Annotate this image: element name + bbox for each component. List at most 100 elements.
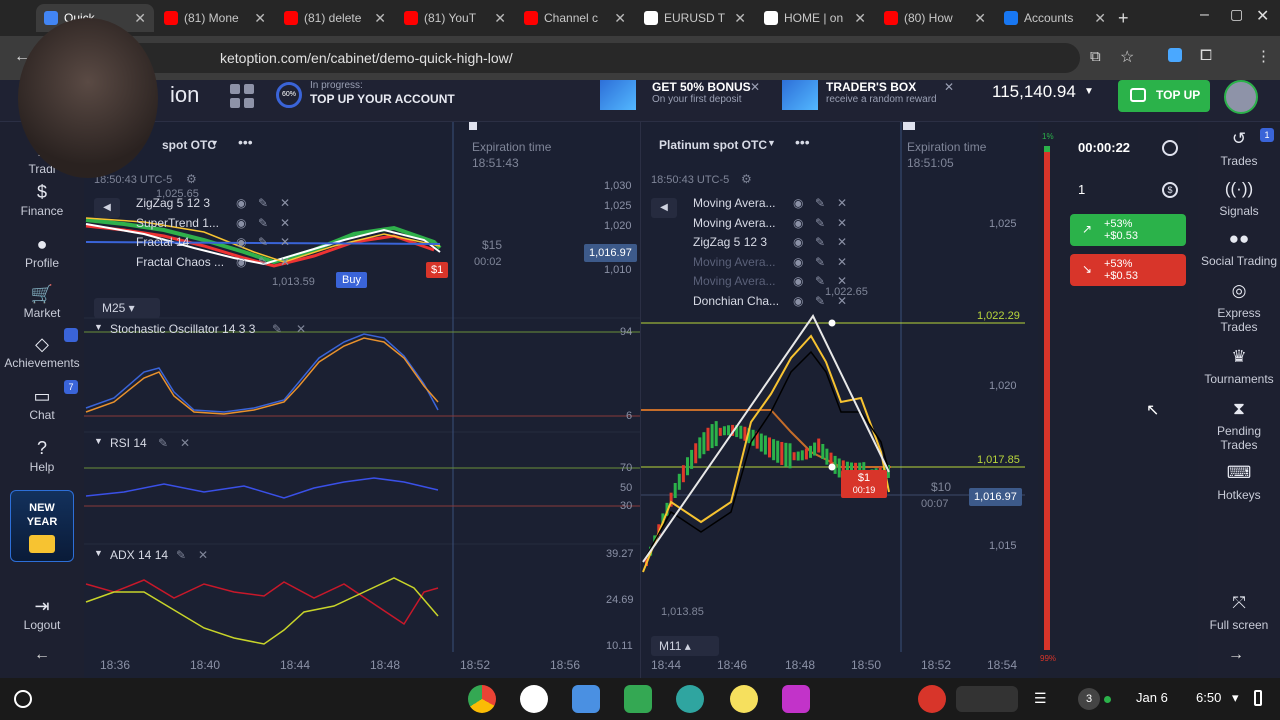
eye-icon[interactable]: ◉: [793, 274, 803, 288]
edit-icon[interactable]: ✎: [258, 216, 268, 230]
edit-icon[interactable]: ✎: [258, 196, 268, 210]
browser-tab[interactable]: EURUSD T ✕: [636, 4, 754, 32]
close-icon[interactable]: ✕: [837, 255, 847, 269]
edit-icon[interactable]: ✎: [815, 216, 825, 230]
close-icon[interactable]: ✕: [296, 322, 306, 336]
indicator-row[interactable]: Fractal 14 ◉ ✎ ✕: [136, 235, 306, 253]
extension-icon[interactable]: [1168, 48, 1182, 62]
clock[interactable]: 6:50: [1196, 690, 1221, 705]
maximize-icon[interactable]: ▢: [1230, 6, 1243, 23]
browser-tab[interactable]: Channel c ✕: [516, 4, 634, 32]
app-icon[interactable]: [782, 685, 810, 713]
bookmark-star-icon[interactable]: ☆: [1120, 47, 1134, 67]
indicator-row[interactable]: Fractal Chaos ... ◉ ✎ ✕: [136, 255, 306, 273]
indicator-row[interactable]: ZigZag 5 12 3 ◉ ✎ ✕: [693, 235, 863, 253]
screen-record-icon[interactable]: [918, 685, 946, 713]
close-icon[interactable]: ✕: [198, 548, 208, 562]
indicator-row[interactable]: Moving Avera... ◉ ✎ ✕: [693, 255, 863, 273]
clipboard-icon[interactable]: ☰: [1034, 690, 1047, 707]
down-button[interactable]: ↘ +53% +$0.53: [1070, 254, 1186, 286]
minimize-icon[interactable]: –: [1200, 6, 1209, 24]
assistant-icon[interactable]: [520, 685, 548, 713]
sidebar-item[interactable]: 🛒 Market: [0, 284, 84, 320]
browser-tab[interactable]: (81) Mone ✕: [156, 4, 274, 32]
browser-tab[interactable]: (80) How ✕: [876, 4, 994, 32]
close-icon[interactable]: ✕: [280, 196, 290, 210]
url-field[interactable]: ketoption.com/en/cabinet/demo-quick-high…: [60, 43, 1080, 73]
close-icon[interactable]: ✕: [280, 235, 290, 249]
progress-ring[interactable]: 60%: [276, 82, 302, 108]
collapse-icon[interactable]: ▼: [94, 548, 103, 558]
files-icon[interactable]: [572, 685, 600, 713]
close-icon[interactable]: ✕: [180, 436, 190, 450]
close-tab-icon[interactable]: ✕: [134, 10, 146, 27]
sidebar-item[interactable]: ●● Social Trading: [1198, 230, 1280, 268]
edit-icon[interactable]: ✎: [815, 235, 825, 249]
close-tab-icon[interactable]: ✕: [254, 10, 266, 27]
chevron-down-icon[interactable]: ▼: [767, 138, 776, 148]
close-icon[interactable]: ✕: [280, 255, 290, 269]
close-tab-icon[interactable]: ✕: [374, 10, 386, 27]
edit-icon[interactable]: ✎: [815, 274, 825, 288]
sidebar-item[interactable]: ⌨ Hotkeys: [1198, 464, 1280, 502]
collapse-panel-button[interactable]: ◀: [94, 198, 120, 218]
eye-icon[interactable]: ◉: [236, 255, 246, 269]
asset-selector[interactable]: Platinum spot OTC: [659, 138, 767, 152]
sidebar-item[interactable]: ● Profile: [0, 234, 84, 270]
balance[interactable]: 115,140.94: [992, 82, 1076, 102]
chevron-down-icon[interactable]: ▼: [1084, 86, 1094, 97]
amount-input[interactable]: 1 $: [1070, 174, 1190, 206]
edit-icon[interactable]: ✎: [258, 235, 268, 249]
sidebar-item[interactable]: ? Help: [0, 438, 84, 474]
eye-icon[interactable]: ◉: [793, 196, 803, 210]
asset-selector[interactable]: spot OTC: [162, 138, 216, 152]
eye-icon[interactable]: ◉: [236, 196, 246, 210]
collapse-icon[interactable]: ▼: [94, 436, 103, 446]
more-options-icon[interactable]: •••: [795, 134, 810, 150]
gear-icon[interactable]: ⚙: [186, 172, 197, 186]
close-tab-icon[interactable]: ✕: [614, 10, 626, 27]
edit-icon[interactable]: ✎: [272, 322, 282, 336]
apps-grid-icon[interactable]: [230, 84, 254, 108]
sidebar-item[interactable]: ⧗ Pending Trades: [1198, 400, 1280, 452]
sidebar-item[interactable]: ♛ Tournaments: [1198, 348, 1280, 386]
close-icon[interactable]: ✕: [837, 235, 847, 249]
edit-icon[interactable]: ✎: [815, 294, 825, 308]
screen-capture-thumbnail[interactable]: [956, 686, 1018, 712]
puzzle-icon[interactable]: ⧠: [1200, 47, 1212, 64]
edit-icon[interactable]: ✎: [158, 436, 168, 450]
new-tab-icon[interactable]: +: [1118, 8, 1129, 29]
top-up-button[interactable]: TOP UP: [1118, 80, 1210, 112]
date[interactable]: Jan 6: [1136, 690, 1168, 705]
eye-icon[interactable]: ◉: [793, 294, 803, 308]
close-tab-icon[interactable]: ✕: [1094, 10, 1106, 27]
new-year-promo[interactable]: NEW YEAR: [10, 490, 74, 562]
chrome-icon[interactable]: [468, 685, 496, 713]
up-button[interactable]: ↗ +53% +$0.53: [1070, 214, 1186, 246]
close-tab-icon[interactable]: ✕: [854, 10, 866, 27]
sidebar-item[interactable]: ◎ Express Trades: [1198, 282, 1280, 334]
indicator-row[interactable]: ZigZag 5 12 3 ◉ ✎ ✕: [136, 196, 306, 214]
close-tab-icon[interactable]: ✕: [494, 10, 506, 27]
edit-icon[interactable]: ✎: [176, 548, 186, 562]
trade-badge[interactable]: $1: [426, 262, 449, 278]
eye-icon[interactable]: ◉: [236, 216, 246, 230]
time-input[interactable]: 00:00:22: [1070, 132, 1190, 164]
close-window-icon[interactable]: ✕: [1256, 6, 1269, 26]
browser-tab[interactable]: (81) delete ✕: [276, 4, 394, 32]
edit-icon[interactable]: ✎: [815, 196, 825, 210]
edit-icon[interactable]: ✎: [815, 255, 825, 269]
close-icon[interactable]: ✕: [944, 80, 954, 94]
right-chart-panel[interactable]: Platinum spot OTC ▼ ••• 18:50:43 UTC-5 ⚙…: [640, 122, 1038, 678]
browser-tab[interactable]: (81) YouT ✕: [396, 4, 514, 32]
bonus-promo[interactable]: GET 50% BONUS On your first deposit ✕: [600, 80, 766, 110]
left-chart-panel[interactable]: spot OTC ▼ ••• 18:50:43 UTC-5 ⚙ 1,025.65…: [84, 122, 640, 678]
traders-box-promo[interactable]: TRADER'S BOX receive a random reward ✕: [782, 80, 958, 110]
eye-icon[interactable]: ◉: [236, 235, 246, 249]
close-icon[interactable]: ✕: [280, 216, 290, 230]
arrow-left-icon[interactable]: ←: [34, 646, 50, 664]
browser-tab[interactable]: HOME | on ✕: [756, 4, 874, 32]
timeframe-selector[interactable]: M11 ▴: [651, 636, 719, 656]
close-icon[interactable]: ✕: [837, 196, 847, 210]
notification-count[interactable]: 3: [1078, 688, 1100, 710]
